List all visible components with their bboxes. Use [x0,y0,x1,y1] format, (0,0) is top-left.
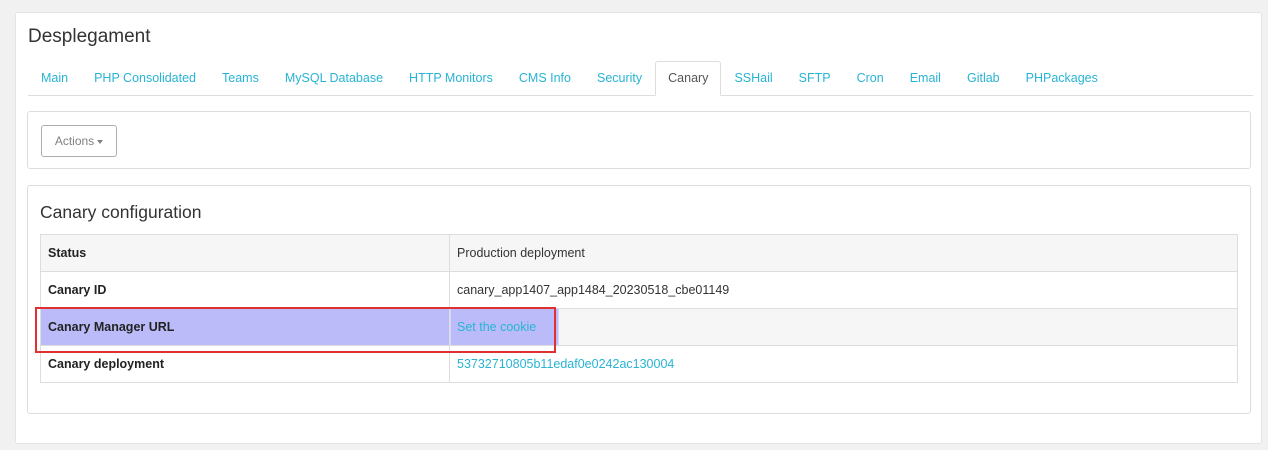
tab-phpackages[interactable]: PHPackages [1013,61,1111,95]
actions-dropdown-button[interactable]: Actions [41,125,117,157]
row-key: Canary deployment [40,345,450,383]
tab-main[interactable]: Main [28,61,81,95]
tab-mysql-database[interactable]: MySQL Database [272,61,396,95]
tab-php-consolidated[interactable]: PHP Consolidated [81,61,209,95]
config-table: Status Production deployment Canary ID c… [40,234,1238,383]
row-value: canary_app1407_app1484_20230518_cbe01149 [449,271,1238,309]
tab-cms-info[interactable]: CMS Info [506,61,584,95]
tab-email[interactable]: Email [897,61,954,95]
tab-gitlab[interactable]: Gitlab [954,61,1013,95]
page-title: Desplegament [28,26,151,47]
table-row-canary-id: Canary ID canary_app1407_app1484_2023051… [40,271,1238,309]
actions-panel: Actions [27,111,1251,169]
caret-down-icon [97,140,104,144]
canary-deployment-link[interactable]: 53732710805b11edaf0e0242ac130004 [457,357,674,371]
table-row-status: Status Production deployment [40,234,1238,272]
set-cookie-link[interactable]: Set the cookie [457,320,536,334]
tab-canary[interactable]: Canary [655,61,722,96]
row-value: Set the cookie [449,308,1238,346]
row-value: 53732710805b11edaf0e0242ac130004 [449,345,1238,383]
tab-cron[interactable]: Cron [844,61,897,95]
tab-teams[interactable]: Teams [209,61,272,95]
table-row-canary-manager-url: Canary Manager URL Set the cookie [40,308,1238,346]
tab-sftp[interactable]: SFTP [786,61,844,95]
tab-security[interactable]: Security [584,61,655,95]
config-title: Canary configuration [40,202,202,222]
table-row-canary-deployment: Canary deployment 53732710805b11edaf0e02… [40,345,1238,383]
row-key: Canary ID [40,271,450,309]
row-key: Canary Manager URL [40,308,450,346]
deployment-panel: Desplegament Main PHP Consolidated Teams… [15,12,1262,444]
actions-label: Actions [54,134,95,148]
row-key: Status [40,234,450,272]
tab-http-monitors[interactable]: HTTP Monitors [396,61,506,95]
canary-config-panel: Canary configuration Status Production d… [27,185,1251,414]
tab-sshail[interactable]: SSHail [721,61,785,95]
row-value: Production deployment [449,234,1238,272]
tab-bar: Main PHP Consolidated Teams MySQL Databa… [28,61,1253,96]
